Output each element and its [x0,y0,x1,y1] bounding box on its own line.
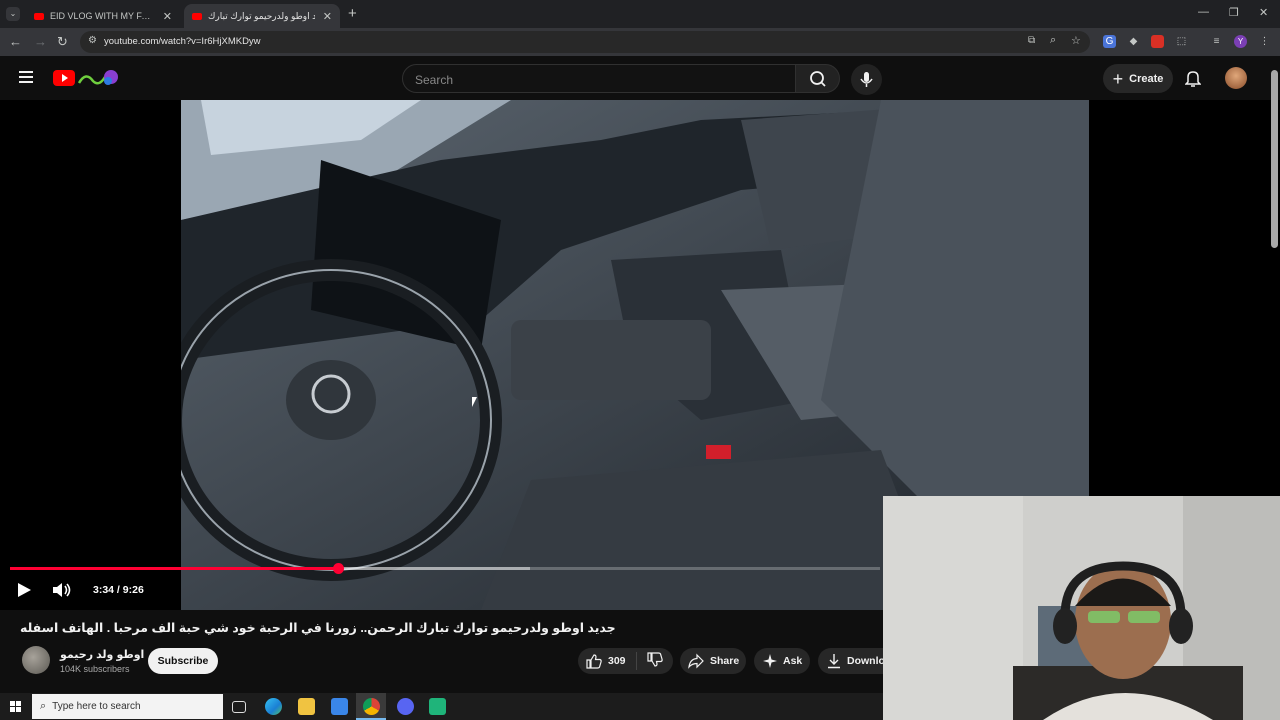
forward-arrow-icon[interactable]: → [34,34,47,49]
search-input[interactable]: Search [402,64,796,93]
tab-title: EID VLOG WITH MY FAMILY I 😊 [50,10,155,21]
webcam-overlay [883,496,1280,720]
tab-eid-vlog[interactable]: EID VLOG WITH MY FAMILY I 😊 ✕ [26,4,180,28]
plus-icon: + [1112,68,1124,89]
close-tab-icon[interactable]: ✕ [315,10,332,23]
play-button[interactable] [16,582,32,603]
dislike-button[interactable] [637,651,673,671]
extension-red-icon[interactable] [1151,35,1164,48]
mute-button[interactable] [52,582,72,603]
download-label: Download [847,655,883,667]
zoom-icon[interactable]: ⌕ [1050,34,1056,47]
search-button[interactable] [795,64,840,93]
tab-title: جديد اوطو ولدرحيمو توارك تبارك [208,10,315,21]
chrome-browser-icon[interactable] [363,698,380,715]
search-icon [810,71,826,87]
voice-search-button[interactable] [851,64,882,95]
browser-tab-bar: ⌄ EID VLOG WITH MY FAMILY I 😊 ✕ جديد اوط… [0,0,1280,28]
create-label: Create [1129,72,1164,85]
address-bar[interactable]: ⚙ youtube.com/watch?v=Ir6HjXMKDyw ⧉ ⌕ ☆ [80,31,1090,53]
share-label: Share [710,655,740,667]
bookmark-star-icon[interactable]: ☆ [1071,34,1081,47]
share-icon [688,653,704,669]
youtube-favicon-icon [34,12,44,20]
ask-label: Ask [783,655,803,667]
taskbar-search-box[interactable]: ⌕ Type here to search [32,694,223,719]
microsoft-store-icon[interactable] [331,698,348,715]
play-icon [18,583,31,597]
download-icon [828,654,840,669]
restore-button[interactable]: ❐ [1229,6,1239,19]
reload-icon[interactable]: ↻ [57,34,68,50]
minimize-button[interactable]: — [1198,6,1209,18]
subscribe-button[interactable]: Subscribe [148,648,218,674]
taskbar-search-placeholder: Type here to search [52,701,141,712]
create-button[interactable]: + Create [1103,64,1173,93]
mouse-cursor-icon [472,397,477,407]
green-app-icon[interactable] [429,698,446,715]
browser-toolbar: ← → ↻ ⚙ youtube.com/watch?v=Ir6HjXMKDyw … [0,28,1280,56]
browser-menu-icon[interactable]: ⋮ [1258,35,1271,48]
back-arrow-icon[interactable]: ← [9,34,22,49]
progress-played [10,567,339,570]
task-view-icon[interactable] [232,701,246,713]
like-dislike-group: 309 [578,648,673,674]
video-title: جديد اوطو ولدرحيمو توارك تبارك الرحمن.. … [20,621,616,635]
url-text: youtube.com/watch?v=Ir6HjXMKDyw [104,36,261,47]
search-icon: ⌕ [40,700,47,712]
translate-extension-icon[interactable]: G [1103,35,1116,48]
download-button[interactable]: Download [818,648,883,674]
like-button[interactable]: 309 [578,652,637,670]
media-controls-icon[interactable]: ≡ [1210,35,1223,48]
account-avatar[interactable] [1225,67,1247,89]
discord-icon[interactable] [397,698,414,715]
microphone-icon [860,72,873,87]
edge-browser-icon[interactable] [265,698,282,715]
extension-diamond-icon[interactable]: ◆ [1127,35,1140,48]
webcam-person-image [883,496,1280,720]
youtube-logo-icon [53,70,118,86]
site-info-icon[interactable]: ⚙ [88,35,97,46]
install-app-icon[interactable]: ⧉ [1028,35,1035,46]
new-tab-button[interactable]: + [348,5,357,22]
volume-icon [53,583,71,597]
thumbs-up-icon [586,654,602,669]
channel-avatar[interactable] [22,646,50,674]
youtube-logo[interactable] [53,69,123,89]
close-window-button[interactable]: ✕ [1259,6,1268,19]
search-placeholder: Search [415,73,454,87]
windows-start-icon[interactable] [10,701,21,712]
thumbs-down-icon [646,651,663,667]
time-display: 3:34 / 9:26 [93,584,144,596]
like-count: 309 [608,655,626,667]
tab-list-button[interactable]: ⌄ [6,7,20,21]
youtube-header: Search + Create [0,56,1280,100]
channel-name[interactable]: اوطو ولد رحيمو [60,648,144,661]
ask-button[interactable]: Ask [754,648,810,674]
subscriber-count: 104K subscribers [60,664,130,674]
extensions-puzzle-icon[interactable]: ⬚ [1175,35,1188,48]
share-button[interactable]: Share [680,648,746,674]
windows-taskbar: ⌕ Type here to search [0,693,883,720]
page-scrollbar[interactable] [1271,70,1278,248]
close-tab-icon[interactable]: ✕ [155,10,172,23]
hamburger-menu-icon[interactable] [19,71,33,83]
sparkle-icon [763,654,777,668]
notifications-bell-icon[interactable] [1184,69,1202,92]
profile-avatar[interactable]: Y [1234,35,1247,48]
tab-current-video[interactable]: جديد اوطو ولدرحيمو توارك تبارك ✕ [184,4,340,28]
youtube-favicon-icon [192,12,202,20]
file-explorer-icon[interactable] [298,698,315,715]
